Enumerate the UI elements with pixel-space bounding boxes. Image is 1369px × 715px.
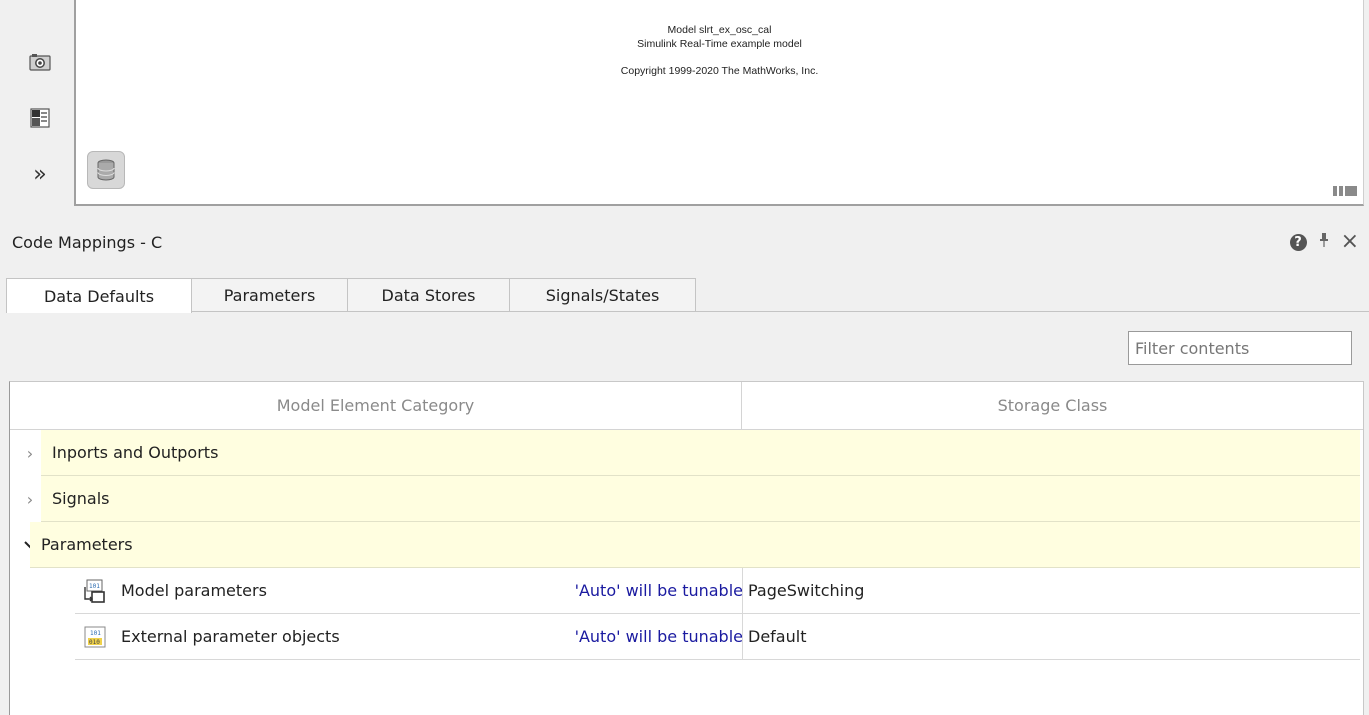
- storage-class-cell[interactable]: PageSwitching: [748, 568, 864, 613]
- category-row-parameters[interactable]: Parameters: [30, 522, 1360, 568]
- column-header-category[interactable]: Model Element Category: [10, 382, 741, 429]
- row-name: Model parameters: [121, 581, 267, 600]
- table-row[interactable]: 101 010 External parameter objects 'Auto…: [75, 614, 1360, 660]
- model-name-text: Model slrt_ex_osc_cal: [667, 24, 772, 36]
- table-row[interactable]: 101 Model parameters 'Auto' will be tuna…: [75, 568, 1360, 614]
- svg-text:101: 101: [89, 583, 100, 590]
- category-label: Parameters: [41, 535, 133, 554]
- camera-button[interactable]: [20, 48, 60, 76]
- tab-data-defaults[interactable]: Data Defaults: [6, 278, 192, 313]
- svg-text:101: 101: [90, 630, 101, 637]
- code-mappings-header: Code Mappings - C ? ×: [0, 230, 1369, 256]
- panel-title: Code Mappings - C: [12, 233, 163, 252]
- mapping-table: Model Element Category Storage Class › I…: [9, 381, 1364, 715]
- external-parameter-icon: 101 010: [84, 626, 106, 648]
- chevron-right-icon[interactable]: ›: [24, 430, 36, 476]
- column-header-storage-class[interactable]: Storage Class: [742, 382, 1363, 429]
- model-subtitle-text: Simulink Real-Time example model: [637, 38, 802, 50]
- filter-input[interactable]: [1128, 331, 1352, 365]
- expand-icon: »: [33, 161, 47, 187]
- svg-text:010: 010: [89, 639, 100, 646]
- tunable-note: 'Auto' will be tunable: [574, 581, 743, 600]
- tab-data-stores[interactable]: Data Stores: [348, 278, 510, 312]
- model-canvas[interactable]: Model slrt_ex_osc_cal Simulink Real-Time…: [74, 0, 1364, 206]
- category-row-signals[interactable]: Signals: [41, 476, 1360, 522]
- tab-signals-states[interactable]: Signals/States: [510, 278, 696, 312]
- grid-icon[interactable]: [1333, 186, 1357, 196]
- model-browser-icon: [30, 108, 50, 128]
- chevron-right-icon[interactable]: ›: [24, 476, 36, 522]
- category-label: Signals: [52, 489, 110, 508]
- table-header: Model Element Category Storage Class: [10, 382, 1363, 430]
- mapping-tabs: Data Defaults Parameters Data Stores Sig…: [6, 278, 696, 313]
- pin-icon[interactable]: [1319, 233, 1329, 251]
- expand-toolbar-button[interactable]: »: [20, 160, 60, 188]
- left-toolbar: »: [0, 0, 74, 207]
- database-icon: [97, 159, 115, 181]
- close-icon[interactable]: ×: [1341, 231, 1359, 253]
- tab-parameters[interactable]: Parameters: [192, 278, 348, 312]
- tunable-note: 'Auto' will be tunable: [574, 627, 743, 646]
- model-parameter-icon: 101: [84, 579, 105, 603]
- model-browser-button[interactable]: [20, 104, 60, 132]
- copyright-text: Copyright 1999-2020 The MathWorks, Inc.: [620, 65, 819, 77]
- data-store-block[interactable]: [87, 151, 125, 189]
- tab-divider: [696, 311, 1369, 312]
- help-icon[interactable]: ?: [1289, 233, 1307, 251]
- camera-icon: [29, 54, 51, 71]
- row-name: External parameter objects: [121, 627, 340, 646]
- category-row-inports-outports[interactable]: Inports and Outports: [41, 430, 1360, 476]
- storage-class-cell[interactable]: Default: [748, 614, 806, 659]
- category-label: Inports and Outports: [52, 443, 219, 462]
